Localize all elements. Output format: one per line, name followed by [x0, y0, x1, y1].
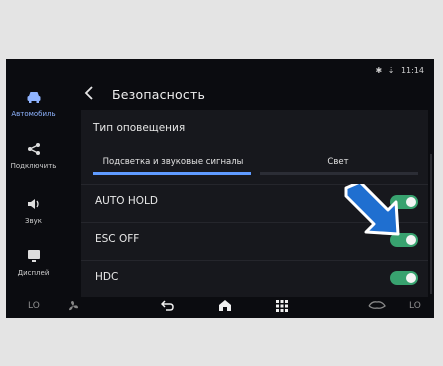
- speaker-icon: [26, 196, 42, 215]
- sidebar-item-label: Дисплей: [17, 269, 50, 277]
- toggle-knob: [406, 273, 416, 283]
- page-title: Безопасность: [112, 86, 206, 102]
- share-icon: [27, 141, 41, 160]
- bluetooth-icon: ✱: [375, 66, 383, 75]
- sidebar-item-connect[interactable]: Подключить: [6, 141, 61, 170]
- pointer-arrow-icon: [344, 184, 400, 236]
- right-temperature[interactable]: LO: [409, 301, 421, 311]
- sidebar: Автомобиль Подключить Звук Дисплей: [6, 77, 61, 299]
- scrollbar[interactable]: [430, 154, 432, 294]
- seat-icon[interactable]: [368, 300, 386, 313]
- setting-label: ESC OFF: [95, 233, 140, 245]
- setting-row-hdc[interactable]: HDC: [81, 260, 428, 295]
- home-icon[interactable]: [218, 299, 232, 315]
- page-header: Безопасность: [84, 84, 205, 104]
- chevron-left-icon[interactable]: [84, 85, 104, 104]
- left-temperature[interactable]: LO: [28, 301, 40, 311]
- sidebar-item-sound[interactable]: Звук: [6, 196, 61, 225]
- sidebar-item-label: Подключить: [10, 162, 57, 170]
- network-icon: ⇣: [387, 66, 395, 75]
- setting-label: AUTO HOLD: [95, 195, 158, 207]
- screenshot-frame: ✱ ⇣ 11:14 Автомобиль Подключить Звук Дис…: [0, 0, 443, 366]
- clock: 11:14: [400, 66, 424, 75]
- sidebar-item-label: Автомобиль: [11, 110, 56, 118]
- car-icon: [26, 89, 42, 108]
- unselected-indicator: [260, 172, 418, 175]
- notification-type-selector: Подсветка и звуковые сигналы Свет: [93, 153, 418, 175]
- setting-label: HDC: [95, 271, 119, 283]
- status-bar: ✱ ⇣ 11:14: [375, 66, 424, 75]
- fan-icon[interactable]: [66, 299, 80, 316]
- display-icon: [26, 248, 42, 267]
- bottom-bar: LO LO: [6, 297, 434, 318]
- selected-indicator: [93, 172, 251, 175]
- back-icon[interactable]: [160, 299, 175, 314]
- notification-type-title: Тип оповещения: [93, 122, 186, 134]
- hdc-toggle[interactable]: [390, 271, 418, 285]
- sidebar-item-label: Звук: [25, 217, 42, 225]
- sidebar-item-car[interactable]: Автомобиль: [6, 89, 61, 118]
- sidebar-item-display[interactable]: Дисплей: [6, 248, 61, 277]
- apps-icon[interactable]: [276, 300, 288, 315]
